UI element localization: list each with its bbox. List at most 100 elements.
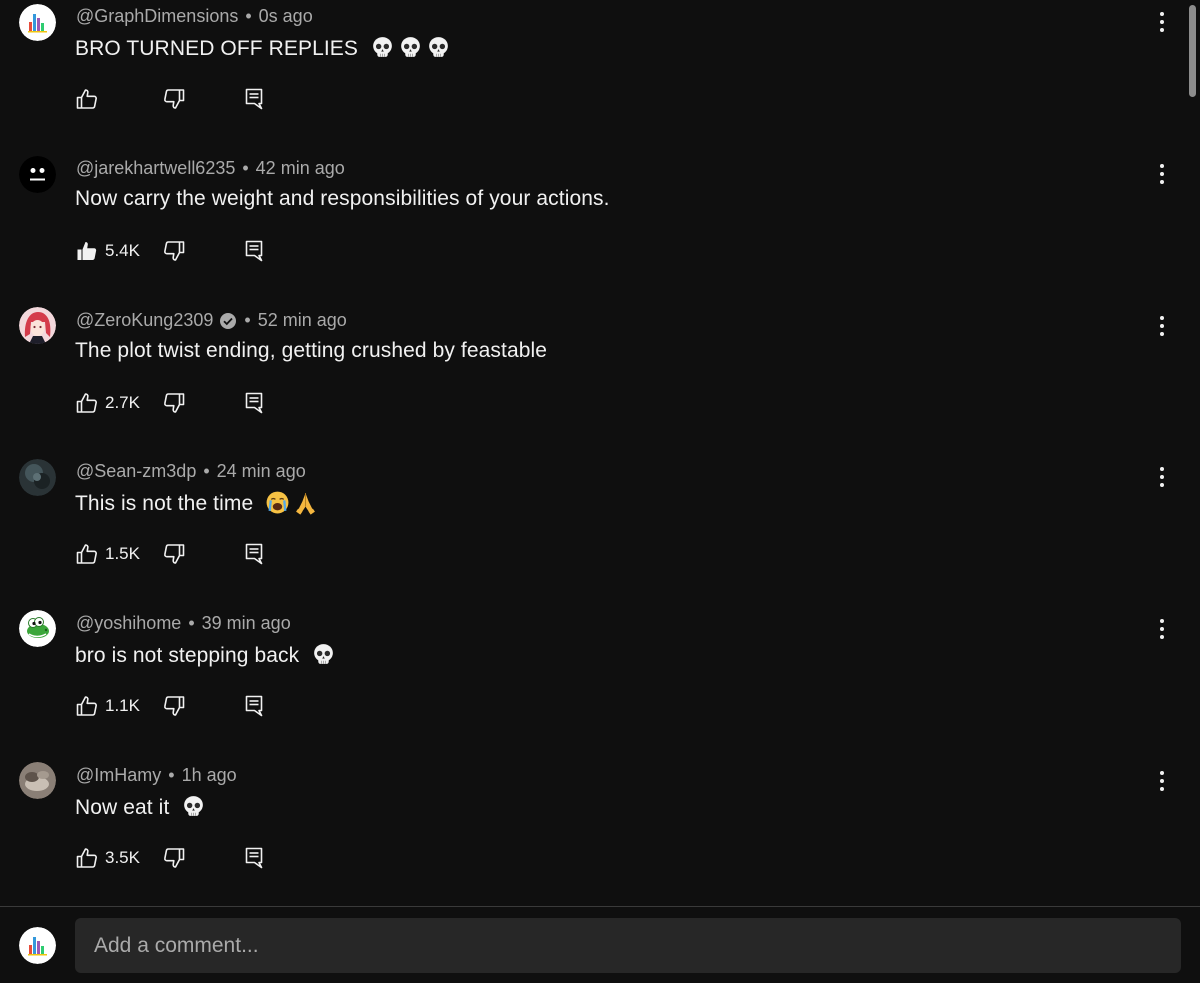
comment-item: @Sean-zm3dp • 24 min ago This is not the… <box>0 455 1188 606</box>
comment-text-content: Now eat it <box>75 796 170 819</box>
comment-text: Now eat it <box>75 794 206 820</box>
thumbs-down-icon <box>164 848 185 868</box>
reply-button[interactable] <box>245 847 263 874</box>
like-button[interactable]: 1.1K <box>75 693 140 719</box>
skull-icon <box>429 37 448 57</box>
thumbs-down-icon <box>164 696 185 716</box>
more-vert-icon <box>1160 619 1164 639</box>
dislike-button[interactable] <box>162 542 186 571</box>
like-button[interactable]: 3.5K <box>75 845 140 871</box>
face-avatar-icon <box>19 156 56 193</box>
more-options-button[interactable] <box>1152 312 1172 340</box>
comment-time[interactable]: 24 min ago <box>217 461 306 482</box>
skull-icon <box>184 796 204 816</box>
reply-icon <box>245 240 263 262</box>
separator-dot: • <box>245 6 252 26</box>
dislike-button[interactable] <box>162 391 186 420</box>
graph-avatar-icon <box>19 927 56 964</box>
like-count: 3.5K <box>105 848 140 867</box>
comment-meta: @ImHamy • 1h ago <box>76 765 237 786</box>
comment-item: @jarekhartwell6235 • 42 min ago Now carr… <box>0 152 1188 303</box>
comment-text: bro is not stepping back <box>75 642 336 668</box>
avatar[interactable] <box>19 459 56 496</box>
scrollbar-thumb[interactable] <box>1189 5 1196 97</box>
comment-time[interactable]: 1h ago <box>182 765 237 786</box>
comment-list: @GraphDimensions • 0s ago BRO TURNED OFF… <box>0 0 1188 906</box>
comment-actions: 1.5K <box>75 541 263 567</box>
avatar[interactable] <box>19 4 56 41</box>
comment-author[interactable]: @ImHamy <box>76 765 161 786</box>
more-options-button[interactable] <box>1152 615 1172 643</box>
skull-icon <box>373 37 392 57</box>
more-vert-icon <box>1160 12 1164 32</box>
comment-actions: 3.5K <box>75 845 263 871</box>
thumbs-down-icon <box>164 89 185 109</box>
comment-time[interactable]: 0s ago <box>259 6 313 27</box>
separator-dot: • <box>242 158 249 178</box>
comment-text: Now carry the weight and responsibilitie… <box>75 187 610 211</box>
avatar[interactable] <box>19 156 56 193</box>
more-vert-icon <box>1160 467 1164 487</box>
more-options-button[interactable] <box>1152 463 1172 491</box>
thumbs-up-icon <box>76 848 97 868</box>
like-button[interactable] <box>75 86 105 112</box>
avatar[interactable] <box>19 762 56 799</box>
comment-author[interactable]: @yoshihome <box>76 613 181 634</box>
dislike-button[interactable] <box>162 239 186 268</box>
comment-text: This is not the time <box>75 490 318 516</box>
comment-item: @yoshihome • 39 min ago bro is not stepp… <box>0 607 1188 758</box>
dislike-button[interactable] <box>162 87 186 116</box>
reply-button[interactable] <box>245 392 263 419</box>
reply-button[interactable] <box>245 543 263 570</box>
more-vert-icon <box>1160 316 1164 336</box>
avatar[interactable] <box>19 610 56 647</box>
comment-author[interactable]: @Sean-zm3dp <box>76 461 196 482</box>
thumbs-up-icon <box>76 696 97 716</box>
separator-dot: • <box>168 765 175 785</box>
comment-actions <box>75 86 263 112</box>
comment-text: BRO TURNED OFF REPLIES <box>75 35 451 61</box>
comment-author[interactable]: @GraphDimensions <box>76 6 238 27</box>
dislike-button[interactable] <box>162 846 186 875</box>
reply-button[interactable] <box>245 695 263 722</box>
like-count: 2.7K <box>105 393 140 412</box>
like-button[interactable]: 2.7K <box>75 390 140 416</box>
like-count: 1.1K <box>105 696 140 715</box>
comment-text-content: bro is not stepping back <box>75 644 300 667</box>
comment-item: @GraphDimensions • 0s ago BRO TURNED OFF… <box>0 0 1188 151</box>
comment-text-content: The plot twist ending, getting crushed b… <box>75 339 548 362</box>
reply-icon <box>245 695 263 717</box>
like-button[interactable]: 5.4K <box>75 238 140 264</box>
comment-time[interactable]: 42 min ago <box>256 158 345 179</box>
more-options-button[interactable] <box>1152 767 1172 795</box>
comment-time[interactable]: 39 min ago <box>202 613 291 634</box>
dislike-button[interactable] <box>162 694 186 723</box>
verified-icon <box>220 312 237 329</box>
like-count: 5.4K <box>105 241 140 260</box>
thumbs-up-filled-icon <box>77 242 97 260</box>
skull-icon <box>401 37 420 57</box>
comment-time[interactable]: 52 min ago <box>258 310 347 331</box>
comment-actions: 2.7K <box>75 390 263 416</box>
comment-meta: @yoshihome • 39 min ago <box>76 613 291 634</box>
comment-item: @ImHamy • 1h ago Now eat it 3.5K <box>0 759 1188 906</box>
composer-avatar <box>19 927 56 964</box>
comment-text-content: This is not the time <box>75 492 254 515</box>
add-comment-input[interactable] <box>75 918 1181 973</box>
separator-dot: • <box>203 461 210 481</box>
reply-button[interactable] <box>245 88 263 115</box>
more-options-button[interactable] <box>1152 160 1172 188</box>
avatar[interactable] <box>19 307 56 344</box>
more-options-button[interactable] <box>1152 8 1172 36</box>
comment-author[interactable]: @ZeroKung2309 <box>76 310 213 331</box>
comment-author[interactable]: @jarekhartwell6235 <box>76 158 235 179</box>
like-button[interactable]: 1.5K <box>75 541 140 567</box>
reply-button[interactable] <box>245 240 263 267</box>
photo-avatar-icon <box>19 762 56 799</box>
skull-icon <box>314 644 334 664</box>
comment-meta: @GraphDimensions • 0s ago <box>76 6 313 27</box>
comment-text-content: BRO TURNED OFF REPLIES <box>75 37 359 60</box>
thumbs-down-icon <box>164 241 185 261</box>
separator-dot: • <box>244 310 251 330</box>
reply-icon <box>245 543 263 565</box>
